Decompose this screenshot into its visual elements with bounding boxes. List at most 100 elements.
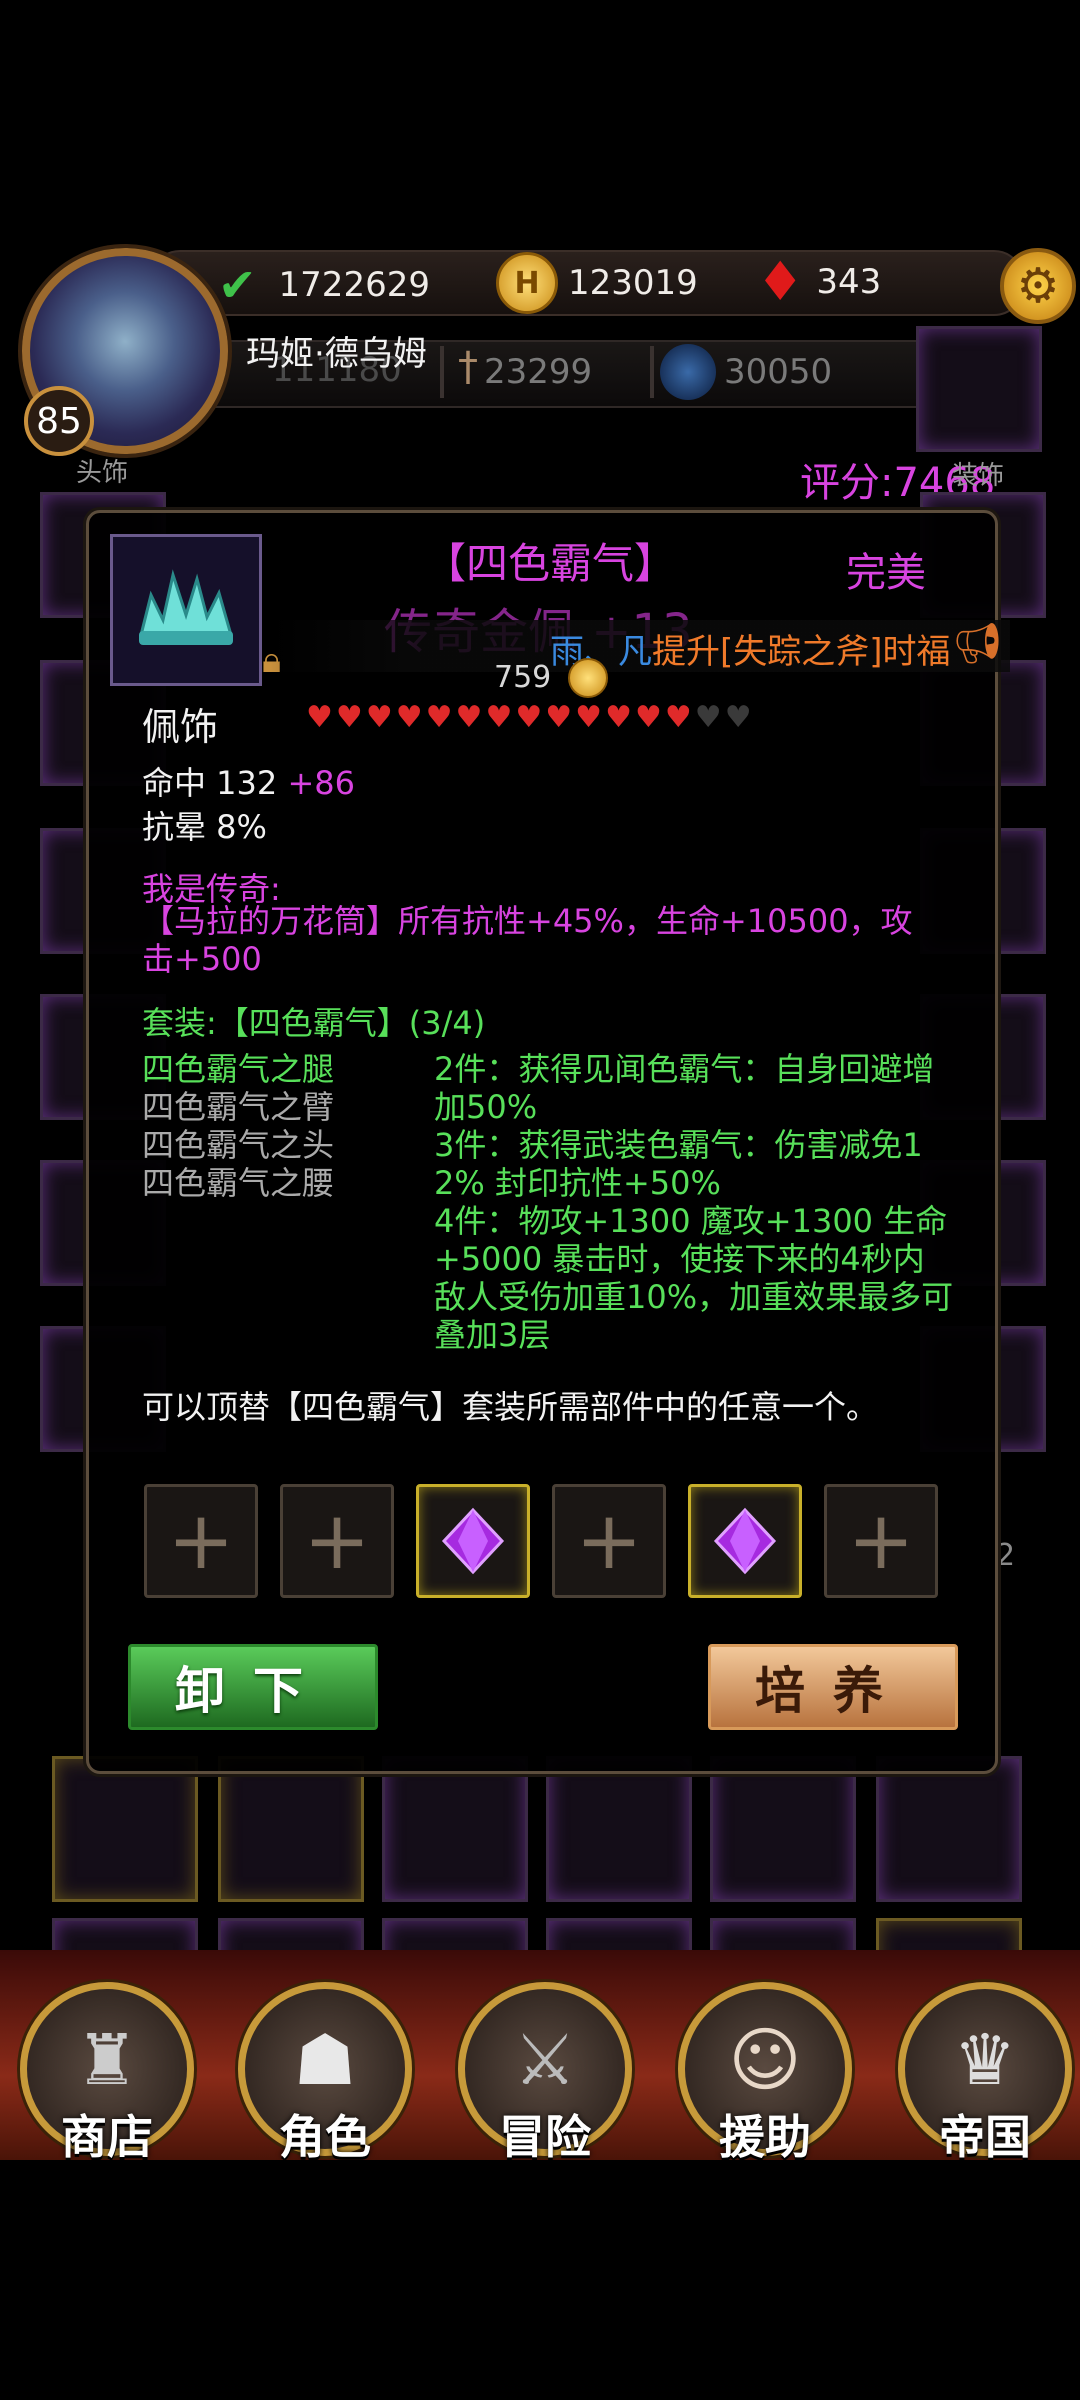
divider (440, 346, 444, 398)
level-badge: 85 (24, 386, 94, 456)
equip-slot-top-right[interactable] (916, 326, 1042, 452)
heart-empty-icon: ♥ (694, 700, 722, 735)
set-piece: 四色霸气之腰 (142, 1164, 335, 1202)
nav-label: 帝国 (939, 2110, 1031, 2164)
gold-coin-icon (568, 658, 608, 698)
socket-empty[interactable]: + (552, 1484, 666, 1598)
page-indicator: 2 (996, 1538, 1016, 1573)
nav-character[interactable]: ☗ 角色 (238, 1982, 412, 2164)
nav-assist[interactable]: ☺ 援助 (678, 1982, 852, 2164)
socket-empty[interactable]: + (144, 1484, 258, 1598)
heart-filled-icon: ♥ (634, 700, 662, 735)
socket-filled[interactable] (688, 1484, 802, 1598)
marquee-text: 提升[失踪之斧]时福 (652, 632, 951, 672)
exp-display: ✔ 1722629 (218, 258, 430, 312)
set-title-text: 【四色霸气】 (424, 539, 677, 588)
head-slot-label: 头饰 (76, 458, 129, 488)
girl-portrait-icon: ☺ (728, 2019, 802, 2101)
plus-icon: + (303, 1494, 371, 1587)
socket-filled[interactable] (416, 1484, 530, 1598)
inventory-slot[interactable] (876, 1756, 1022, 1902)
plus-icon: + (847, 1494, 915, 1587)
stat-hit-label: 命中 132 (142, 764, 278, 802)
gem-display: ♦ 343 (756, 250, 881, 313)
stat-hit: 命中 132 +86 (142, 758, 355, 804)
set-piece: 四色霸气之臂 (142, 1088, 335, 1126)
plus-icon: + (575, 1494, 643, 1587)
gem-value: 343 (816, 261, 882, 302)
castle-icon: ♜ (75, 2019, 139, 2101)
nav-adventure[interactable]: ⚔ 冒险 (458, 1982, 632, 2164)
set-bonuses-list: 2件：获得见闻色霸气：自身回避增加50% 3件：获得武装色霸气：伤害减免12% … (434, 1050, 954, 1354)
item-type: 佩饰 (142, 705, 219, 749)
heart-filled-icon: ♥ (306, 700, 333, 735)
set-title: 【四色霸气】 (424, 530, 676, 591)
stat-hit-bonus: +86 (287, 764, 355, 802)
purple-gem-icon (441, 1507, 505, 1575)
heart-filled-icon: ♥ (575, 700, 603, 735)
set-bonus: 4件：物攻+1300 魔攻+1300 生命+5000 暴击时，使接下来的4秒内敌… (434, 1202, 954, 1354)
set-piece: 四色霸气之腿 (142, 1050, 335, 1088)
set-piece: 四色霸气之头 (142, 1126, 335, 1164)
nav-label: 冒险 (499, 2110, 591, 2164)
inventory-slot[interactable] (546, 1756, 692, 1902)
attack-value: 23299 (484, 352, 593, 392)
replace-note: 可以顶替【四色霸气】套装所需部件中的任意一个。 (142, 1388, 879, 1426)
inventory-slot[interactable] (710, 1756, 856, 1902)
item-icon-frame (110, 534, 262, 686)
heart-filled-icon: ♥ (335, 700, 363, 735)
megaphone-icon: 📢︎ (952, 621, 1003, 667)
nav-label: 角色 (279, 2110, 371, 2164)
train-button[interactable]: 培养 (708, 1644, 958, 1730)
unequip-button[interactable]: 卸下 (128, 1644, 378, 1730)
heart-filled-icon: ♥ (515, 700, 543, 735)
heart-empty-icon: ♥ (724, 700, 752, 735)
inventory-slot[interactable] (382, 1756, 528, 1902)
hooded-figure-icon: ☗ (293, 2019, 357, 2101)
nav-label: 援助 (719, 2110, 811, 2164)
red-gem-icon: ♦ (756, 250, 805, 313)
socket-empty[interactable]: + (280, 1484, 394, 1598)
character-name: 玛姬·德乌姆 (246, 334, 427, 374)
crystal-crown-icon (139, 569, 233, 645)
sword-icon: † (458, 344, 478, 390)
heart-filled-icon: ♥ (545, 700, 573, 735)
set-pieces-list: 四色霸气之腿 四色霸气之臂 四色霸气之头 四色霸气之腰 (142, 1050, 334, 1202)
quality-label: 完美 (846, 550, 926, 596)
shield-orb-icon (660, 344, 716, 400)
marquee-message: 雨、凡提升[失踪之斧]时福 (550, 624, 951, 673)
crown-icon: ♛ (953, 2019, 1017, 2101)
star-rating-hearts: ♥ ♥ ♥ ♥ ♥ ♥ ♥ ♥ ♥ ♥ ♥ ♥ ♥ ♥ ♥ (306, 700, 752, 735)
nav-label: 商店 (61, 2110, 153, 2164)
gold-value: 123019 (568, 263, 698, 303)
nav-empire[interactable]: ♛ 帝国 (898, 1982, 1072, 2164)
stat-stun: 抗晕 8% (142, 808, 267, 846)
heart-filled-icon: ♥ (485, 700, 513, 735)
exp-value: 1722629 (278, 265, 430, 305)
heart-filled-icon: ♥ (664, 700, 692, 735)
crossed-swords-icon: ⚔ (513, 2019, 577, 2101)
gold-coin-icon: H (496, 252, 558, 314)
inventory-slot[interactable] (52, 1756, 198, 1902)
set-bonus: 3件：获得武装色霸气：伤害减免12% 封印抗性+50% (434, 1126, 923, 1202)
heart-filled-icon: ♥ (365, 700, 393, 735)
checkmark-icon: ✔ (218, 258, 257, 312)
heart-filled-icon: ♥ (395, 700, 423, 735)
nav-shop[interactable]: ♜ 商店 (20, 1982, 194, 2164)
socket-empty[interactable]: + (824, 1484, 938, 1598)
defense-value: 30050 (724, 352, 833, 392)
heart-filled-icon: ♥ (455, 700, 483, 735)
price-value: 759 (494, 660, 552, 695)
heart-filled-icon: ♥ (425, 700, 453, 735)
settings-gear-icon[interactable]: ⚙ (1000, 248, 1076, 324)
purple-gem-icon (713, 1507, 777, 1575)
gold-display: H 123019 (496, 252, 698, 314)
slot-label-right-top: 装饰 (952, 461, 1005, 491)
heart-filled-icon: ♥ (605, 700, 632, 735)
legend-text: 【马拉的万花筒】所有抗性+45%，生命+10500，攻击+500 (142, 902, 913, 978)
plus-icon: + (167, 1494, 235, 1587)
set-header: 套装:【四色霸气】(3/4) (142, 1004, 486, 1042)
inventory-slot[interactable] (218, 1756, 364, 1902)
divider (650, 346, 654, 398)
set-bonus: 2件：获得见闻色霸气：自身回避增加50% (434, 1050, 935, 1126)
